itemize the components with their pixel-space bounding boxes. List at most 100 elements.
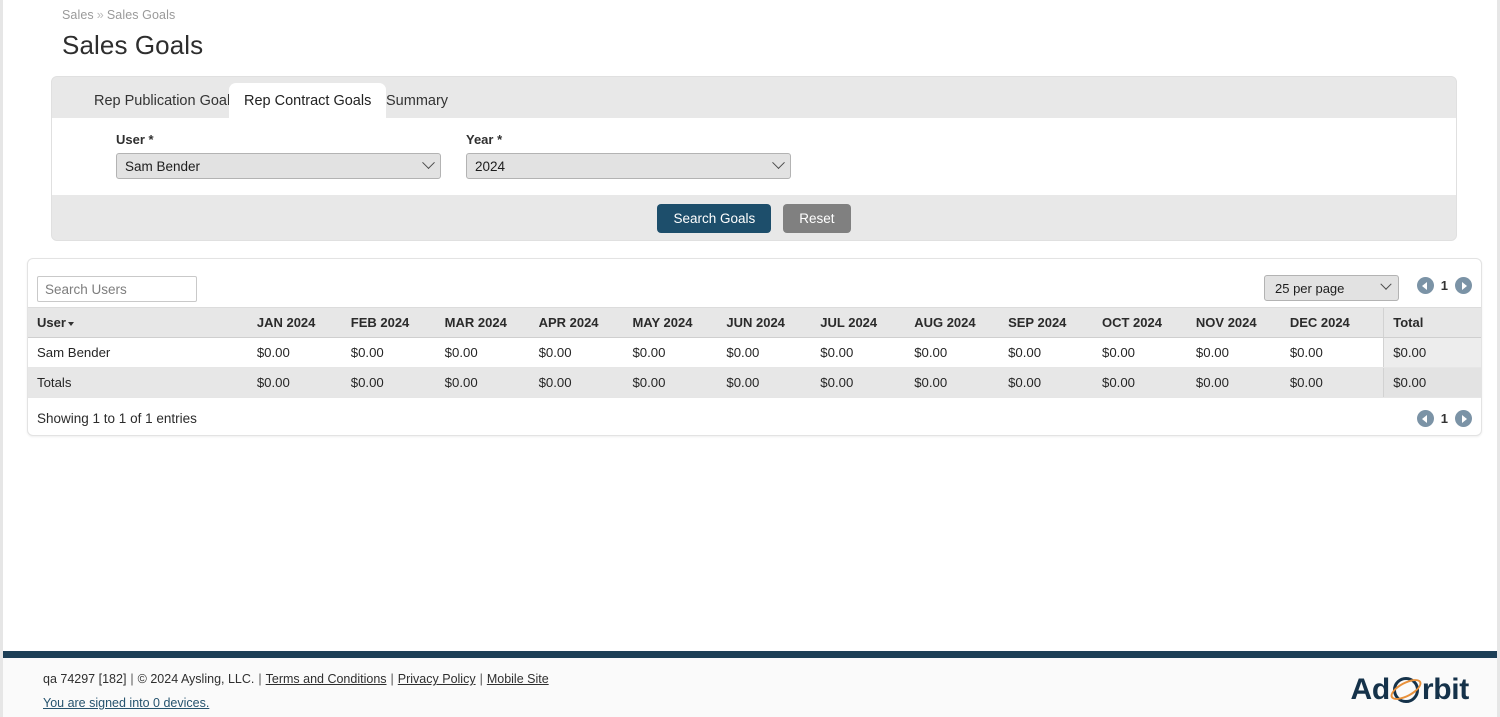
column-header-user-label: User <box>37 315 66 330</box>
footer-info-line: qa 74297 [182]|© 2024 Aysling, LLC.|Term… <box>43 672 549 686</box>
breadcrumb-parent[interactable]: Sales <box>62 8 94 22</box>
column-header-sep[interactable]: SEP 2024 <box>1008 308 1102 338</box>
chevron-left-icon <box>1422 415 1427 423</box>
cell-totals-jul: $0.00 <box>820 368 914 398</box>
user-select-value: Sam Bender <box>125 159 200 174</box>
chevron-right-icon <box>1462 282 1467 290</box>
reset-button[interactable]: Reset <box>783 204 850 233</box>
cell-total: $0.00 <box>1384 338 1481 368</box>
year-label: Year * <box>466 132 791 147</box>
column-header-feb[interactable]: FEB 2024 <box>351 308 445 338</box>
pagination-top: 1 <box>1417 277 1472 294</box>
user-label: User * <box>116 132 441 147</box>
chevron-right-icon <box>1462 415 1467 423</box>
results-toolbar: 25 per page 1 <box>28 259 1481 307</box>
footer-build-id: qa 74297 [182] <box>43 672 126 686</box>
footer-divider <box>3 651 1497 658</box>
next-page-button-bottom[interactable] <box>1455 410 1472 427</box>
logo-text-left: Ad <box>1350 673 1389 707</box>
page-title: Sales Goals <box>62 30 203 61</box>
chevron-down-icon <box>422 156 435 169</box>
sort-descending-icon <box>68 322 74 326</box>
table-body: Sam Bender $0.00 $0.00 $0.00 $0.00 $0.00… <box>28 338 1481 398</box>
column-header-nov[interactable]: NOV 2024 <box>1196 308 1290 338</box>
cell-totals-jan: $0.00 <box>257 368 351 398</box>
breadcrumb-separator: » <box>94 8 107 22</box>
column-header-oct[interactable]: OCT 2024 <box>1102 308 1196 338</box>
cell-jan: $0.00 <box>257 338 351 368</box>
showing-entries-text: Showing 1 to 1 of 1 entries <box>37 411 197 426</box>
results-card: 25 per page 1 User JAN 2024 FEB 2024 MAR… <box>27 258 1482 436</box>
table-row-totals: Totals $0.00 $0.00 $0.00 $0.00 $0.00 $0.… <box>28 368 1481 398</box>
tab-bar: Rep Publication Goals Rep Contract Goals… <box>52 77 1456 118</box>
user-select[interactable]: Sam Bender <box>116 153 441 179</box>
cell-nov: $0.00 <box>1196 338 1290 368</box>
filter-actions: Search Goals Reset <box>52 195 1456 241</box>
results-footer: Showing 1 to 1 of 1 entries 1 <box>28 398 1481 444</box>
column-header-jan[interactable]: JAN 2024 <box>257 308 351 338</box>
cell-totals-label: Totals <box>28 368 257 398</box>
cell-user-name: Sam Bender <box>28 338 257 368</box>
column-header-mar[interactable]: MAR 2024 <box>445 308 539 338</box>
column-header-apr[interactable]: APR 2024 <box>539 308 633 338</box>
cell-jul: $0.00 <box>820 338 914 368</box>
chevron-down-icon <box>772 156 785 169</box>
cell-totals-mar: $0.00 <box>445 368 539 398</box>
column-header-total[interactable]: Total <box>1384 308 1481 338</box>
cell-aug: $0.00 <box>914 338 1008 368</box>
cell-totals-oct: $0.00 <box>1102 368 1196 398</box>
tab-rep-publication-goals[interactable]: Rep Publication Goals <box>79 83 252 118</box>
year-field-group: Year * 2024 <box>466 132 791 179</box>
search-goals-button[interactable]: Search Goals <box>657 204 771 233</box>
column-header-jun[interactable]: JUN 2024 <box>726 308 820 338</box>
table-head: User JAN 2024 FEB 2024 MAR 2024 APR 2024… <box>28 308 1481 338</box>
year-select[interactable]: 2024 <box>466 153 791 179</box>
cell-totals-nov: $0.00 <box>1196 368 1290 398</box>
table-header-row: User JAN 2024 FEB 2024 MAR 2024 APR 2024… <box>28 308 1481 338</box>
cell-mar: $0.00 <box>445 338 539 368</box>
column-header-dec[interactable]: DEC 2024 <box>1290 308 1384 338</box>
footer-copyright: © 2024 Aysling, LLC. <box>138 672 255 686</box>
footer-devices-line: You are signed into 0 devices. <box>43 696 209 710</box>
previous-page-button[interactable] <box>1417 277 1434 294</box>
chevron-left-icon <box>1422 282 1427 290</box>
filter-panel: Rep Publication Goals Rep Contract Goals… <box>51 76 1457 241</box>
column-header-aug[interactable]: AUG 2024 <box>914 308 1008 338</box>
adorbit-logo: Ad rbit <box>1350 673 1469 707</box>
signed-in-devices-link[interactable]: You are signed into 0 devices. <box>43 696 209 710</box>
column-header-user[interactable]: User <box>28 308 257 338</box>
previous-page-button-bottom[interactable] <box>1417 410 1434 427</box>
logo-text-right: rbit <box>1422 673 1469 707</box>
orbit-icon <box>1391 675 1421 705</box>
current-page-number-bottom: 1 <box>1441 411 1448 426</box>
column-header-may[interactable]: MAY 2024 <box>632 308 726 338</box>
mobile-site-link[interactable]: Mobile Site <box>487 672 549 686</box>
cell-feb: $0.00 <box>351 338 445 368</box>
page-root: Sales»Sales Goals Sales Goals Rep Public… <box>0 0 1500 717</box>
filter-form: User * Sam Bender Year * 2024 <box>52 118 1456 195</box>
cell-dec: $0.00 <box>1290 338 1384 368</box>
cell-totals-apr: $0.00 <box>539 368 633 398</box>
current-page-number: 1 <box>1441 278 1448 293</box>
cell-jun: $0.00 <box>726 338 820 368</box>
table-row: Sam Bender $0.00 $0.00 $0.00 $0.00 $0.00… <box>28 338 1481 368</box>
user-field-group: User * Sam Bender <box>116 132 441 179</box>
cell-apr: $0.00 <box>539 338 633 368</box>
breadcrumb: Sales»Sales Goals <box>62 8 175 22</box>
terms-and-conditions-link[interactable]: Terms and Conditions <box>266 672 387 686</box>
cell-totals-dec: $0.00 <box>1290 368 1384 398</box>
breadcrumb-current: Sales Goals <box>107 8 176 22</box>
privacy-policy-link[interactable]: Privacy Policy <box>398 672 476 686</box>
per-page-select[interactable]: 25 per page <box>1264 275 1399 301</box>
chevron-down-icon <box>1380 279 1391 290</box>
column-header-jul[interactable]: JUL 2024 <box>820 308 914 338</box>
goals-table: User JAN 2024 FEB 2024 MAR 2024 APR 2024… <box>28 307 1481 398</box>
cell-sep: $0.00 <box>1008 338 1102 368</box>
cell-totals-aug: $0.00 <box>914 368 1008 398</box>
tab-summary[interactable]: Summary <box>371 83 463 118</box>
cell-totals-may: $0.00 <box>632 368 726 398</box>
search-users-input[interactable] <box>37 276 197 302</box>
next-page-button[interactable] <box>1455 277 1472 294</box>
tab-rep-contract-goals[interactable]: Rep Contract Goals <box>229 83 386 118</box>
cell-totals-jun: $0.00 <box>726 368 820 398</box>
